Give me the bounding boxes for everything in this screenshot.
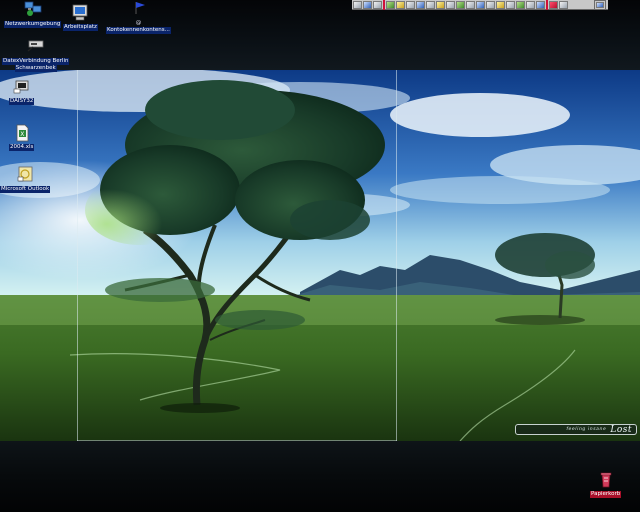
toolbar-separator xyxy=(546,0,548,10)
toolbar-app-icon[interactable] xyxy=(536,0,545,9)
desktop-icon-network-neighborhood[interactable]: Netzwerkumgebung xyxy=(4,1,62,28)
desktop-icon-label-line2: Schwarzenbek xyxy=(14,65,57,72)
wallpaper-frame-line-left xyxy=(77,70,78,441)
desktop-icon-label: Arbeitsplatz xyxy=(63,24,98,31)
toolbar-app-icon[interactable] xyxy=(353,0,362,9)
desktop-icon-daisy32[interactable]: DAISY32 xyxy=(9,78,35,105)
toolbar-app-icon[interactable] xyxy=(549,0,558,9)
toolbar-app-icon[interactable] xyxy=(363,0,372,9)
wallpaper-scene xyxy=(0,70,640,441)
wallpaper-landscape xyxy=(0,70,640,441)
program-icon xyxy=(12,78,32,96)
desktop-icon-label-line1: @ xyxy=(135,20,142,26)
desktop-icon-label: 2004.xls xyxy=(9,144,35,151)
desktop-icon-label-line2: Kontokennenkontens... xyxy=(106,27,171,34)
toolbar-app-icon[interactable] xyxy=(373,0,382,9)
dialup-connection-icon xyxy=(26,38,46,56)
toolbar-app-icon[interactable] xyxy=(456,0,465,9)
toolbar-separator xyxy=(383,0,385,10)
desktop-icon-label: DAISY32 xyxy=(9,98,35,105)
toolbar-app-icon[interactable] xyxy=(486,0,495,9)
toolbar-app-icon[interactable] xyxy=(476,0,485,9)
excel-file-icon: X xyxy=(12,124,32,142)
desktop-icon-label: Microsoft Outlook xyxy=(0,186,51,193)
logo-title: Lost xyxy=(610,424,632,435)
flag-shortcut-icon xyxy=(128,0,148,18)
toolbar-app-icon[interactable] xyxy=(386,0,395,9)
svg-text:X: X xyxy=(20,131,24,138)
toolbar-app-icon[interactable] xyxy=(396,0,405,9)
monitor-icon xyxy=(596,2,604,8)
recycle-bin-icon xyxy=(596,471,616,489)
desktop-icon-recycle-bin[interactable]: Papierkorb xyxy=(590,471,622,498)
network-neighborhood-icon xyxy=(23,1,43,19)
desktop-icon-my-computer[interactable]: Arbeitsplatz xyxy=(63,4,98,31)
desktop-icon-shortcut-flag[interactable]: @ Kontokennenkontens... xyxy=(106,0,171,34)
toolbar-app-icon[interactable] xyxy=(526,0,535,9)
toolbar-app-icon[interactable] xyxy=(496,0,505,9)
logo-tagline: feeling insane xyxy=(566,427,607,432)
outlook-icon xyxy=(15,166,35,184)
toolbar-app-icon[interactable] xyxy=(426,0,435,9)
toolbar-app-icon[interactable] xyxy=(559,0,568,9)
desktop-icon-label: Papierkorb xyxy=(590,491,622,498)
wallpaper-logo: feeling insane Lost xyxy=(515,424,637,435)
desktop-icon-2004-xls[interactable]: X 2004.xls xyxy=(9,124,35,151)
quick-launch-toolbar xyxy=(352,0,608,10)
toolbar-tray-button[interactable] xyxy=(594,0,606,10)
toolbar-app-icon[interactable] xyxy=(516,0,525,9)
toolbar-app-icon[interactable] xyxy=(446,0,455,9)
toolbar-app-icon[interactable] xyxy=(416,0,425,9)
my-computer-icon xyxy=(70,4,90,22)
toolbar-app-icon[interactable] xyxy=(466,0,475,9)
desktop[interactable]: Netzwerkumgebung Arbeitsplatz @ Kontoken… xyxy=(0,0,640,512)
wallpaper-bottom-band xyxy=(0,441,640,512)
toolbar-app-icon[interactable] xyxy=(506,0,515,9)
desktop-icon-dialup-connection[interactable]: DatexVerbindung Berlin Schwarzenbek xyxy=(2,38,70,72)
desktop-icon-label: Netzwerkumgebung xyxy=(4,21,62,28)
toolbar-app-icon[interactable] xyxy=(436,0,445,9)
desktop-icon-microsoft-outlook[interactable]: Microsoft Outlook xyxy=(0,166,51,193)
wallpaper-frame-line-right xyxy=(396,70,397,441)
desktop-icon-label-line1: DatexVerbindung Berlin xyxy=(2,58,70,65)
toolbar-app-icon[interactable] xyxy=(406,0,415,9)
